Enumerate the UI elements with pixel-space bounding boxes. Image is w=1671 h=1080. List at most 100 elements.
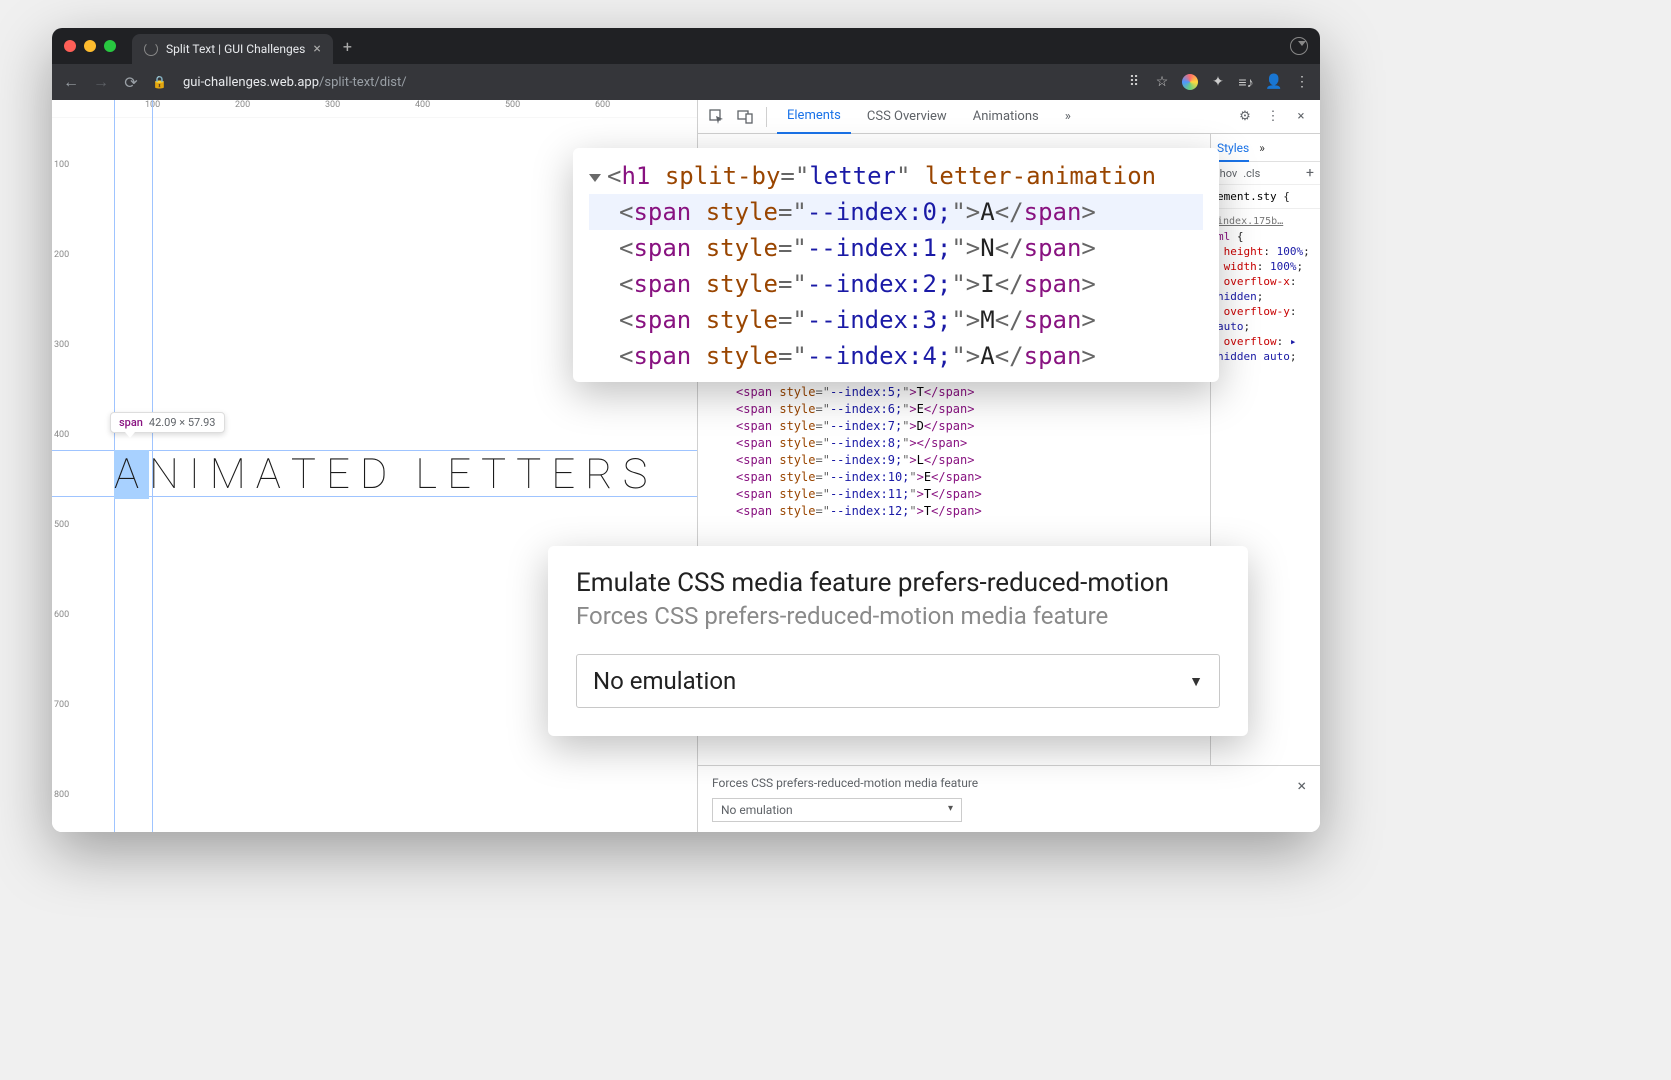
dom-node-span[interactable]: <span style="--index:1;">N</span> bbox=[589, 230, 1203, 266]
dom-node-span[interactable]: <span style="--index:3;">M</span> bbox=[589, 302, 1203, 338]
inspect-element-icon[interactable] bbox=[706, 106, 728, 128]
animated-heading: ANIMATEDLETTERS bbox=[114, 450, 657, 499]
css-rule-block: index.175b… ml { height: 100%; width: 10… bbox=[1211, 208, 1320, 368]
translate-icon[interactable]: ⠿ bbox=[1126, 74, 1142, 90]
titlebar: Split Text | GUI Challenges × + bbox=[52, 28, 1320, 64]
css-declaration[interactable]: height: 100%; bbox=[1217, 244, 1314, 259]
ruler-tick: 200 bbox=[235, 100, 250, 110]
devtools-tabs: Elements CSS Overview Animations » ⚙ ⋮ × bbox=[698, 100, 1320, 134]
heading-letter: L bbox=[415, 450, 447, 499]
tooltip-tag: span bbox=[119, 416, 143, 429]
bookmark-star-icon[interactable]: ☆ bbox=[1154, 74, 1170, 90]
ruler-horizontal: 100 200 300 400 500 600 bbox=[52, 100, 697, 118]
tag: h1 bbox=[621, 162, 650, 190]
heading-letter: D bbox=[360, 450, 397, 499]
heading-letter: M bbox=[210, 450, 256, 499]
heading-letter: S bbox=[623, 450, 658, 499]
ruler-tick: 400 bbox=[415, 100, 430, 110]
dom-node-span[interactable]: <span style="--index:2;">I</span> bbox=[589, 266, 1203, 302]
tab-overflow-icon[interactable] bbox=[1290, 37, 1308, 55]
devtools-close-icon[interactable]: × bbox=[1290, 106, 1312, 128]
tab-elements[interactable]: Elements bbox=[777, 100, 851, 134]
css-declaration[interactable]: overflow-x: hidden; bbox=[1217, 274, 1314, 304]
tabs-overflow[interactable]: » bbox=[1055, 100, 1081, 134]
render-title: Emulate CSS media feature prefers-reduce… bbox=[576, 568, 1220, 598]
extensions-puzzle-icon[interactable]: ✦ bbox=[1210, 74, 1226, 90]
cls-toggle[interactable]: .cls bbox=[1243, 167, 1260, 180]
kebab-menu-icon[interactable]: ⋮ bbox=[1294, 74, 1310, 90]
css-declaration[interactable]: overflow: ▸ hidden auto; bbox=[1217, 334, 1314, 364]
dom-node-h1: <h1 split-by="letter" letter-animation bbox=[589, 158, 1203, 194]
css-declaration[interactable]: overflow-y: auto; bbox=[1217, 304, 1314, 334]
dom-node[interactable]: <span style="--index:6;">E</span> bbox=[698, 401, 1210, 418]
dom-node[interactable]: <span style="--index:7;">D</span> bbox=[698, 418, 1210, 435]
styles-filter-row: :hov .cls + bbox=[1211, 162, 1320, 185]
maximize-window-icon[interactable] bbox=[104, 40, 116, 52]
dom-node[interactable]: <span style="--index:12;">T</span> bbox=[698, 503, 1210, 520]
settings-gear-icon[interactable]: ⚙ bbox=[1234, 106, 1256, 128]
url-path: /split-text/dist/ bbox=[319, 75, 407, 90]
tab-animations[interactable]: Animations bbox=[963, 100, 1049, 134]
dom-node[interactable]: <span style="--index:11;">T</span> bbox=[698, 486, 1210, 503]
styles-tab-label[interactable]: Styles bbox=[1217, 141, 1249, 162]
heading-letter: A bbox=[256, 450, 291, 499]
dom-node[interactable]: <span style="--index:5;">T</span> bbox=[698, 384, 1210, 401]
ruler-tick: 500 bbox=[505, 100, 520, 110]
forward-button[interactable]: → bbox=[92, 72, 110, 92]
css-declaration[interactable]: width: 100%; bbox=[1217, 259, 1314, 274]
ruler-tick: 700 bbox=[54, 700, 69, 710]
heading-letter: E bbox=[447, 450, 481, 499]
ruler-tick: 400 bbox=[54, 430, 69, 440]
render-desc: Forces CSS prefers-reduced-motion media … bbox=[576, 602, 1220, 630]
lock-icon[interactable]: 🔒 bbox=[152, 75, 167, 89]
heading-letter: A bbox=[114, 450, 149, 499]
dom-node[interactable]: <span style="--index:9;">L</span> bbox=[698, 452, 1210, 469]
url-field[interactable]: gui-challenges.web.app/split-text/dist/ bbox=[183, 75, 1114, 90]
extension-gradient-icon[interactable] bbox=[1182, 74, 1198, 90]
new-tab-button[interactable]: + bbox=[343, 37, 352, 56]
element-style-label: ement.sty bbox=[1217, 190, 1277, 203]
attr: letter-animation bbox=[925, 162, 1156, 190]
ruler-tick: 800 bbox=[54, 790, 69, 800]
tooltip-dims: 42.09 × 57.93 bbox=[149, 416, 216, 429]
rendering-drawer: × Forces CSS prefers-reduced-motion medi… bbox=[698, 765, 1320, 832]
dom-node[interactable]: <span style="--index:10;">E</span> bbox=[698, 469, 1210, 486]
heading-letter: E bbox=[326, 450, 360, 499]
val: letter bbox=[809, 162, 896, 190]
ruler-vertical: 100 200 300 400 500 600 700 800 bbox=[52, 100, 76, 832]
close-window-icon[interactable] bbox=[64, 40, 76, 52]
tab-close-icon[interactable]: × bbox=[313, 41, 320, 57]
add-rule-icon[interactable]: + bbox=[1306, 165, 1314, 181]
device-toggle-icon[interactable] bbox=[734, 106, 756, 128]
render-select[interactable]: No emulation ▼ bbox=[576, 654, 1220, 708]
styles-tabs: Styles » bbox=[1211, 134, 1320, 162]
reading-list-icon[interactable]: ≡♪ bbox=[1238, 74, 1254, 90]
zoom-rendering-overlay: Emulate CSS media feature prefers-reduce… bbox=[548, 546, 1248, 736]
heading-letter: R bbox=[585, 450, 622, 499]
dom-node-span[interactable]: <span style="--index:0;">A</span> bbox=[589, 194, 1203, 230]
emulation-select[interactable]: No emulation bbox=[712, 798, 962, 822]
expand-caret-icon[interactable] bbox=[589, 174, 601, 182]
ruler-tick: 200 bbox=[54, 250, 69, 260]
dom-node[interactable]: <span style="--index:8;"></span> bbox=[698, 435, 1210, 452]
back-button[interactable]: ← bbox=[62, 72, 80, 92]
heading-letter: T bbox=[481, 450, 516, 499]
devtools-kebab-icon[interactable]: ⋮ bbox=[1262, 106, 1284, 128]
hover-toggle[interactable]: :hov bbox=[1217, 167, 1237, 180]
tab-css-overview[interactable]: CSS Overview bbox=[857, 100, 957, 134]
dom-node-span[interactable]: <span style="--index:4;">A</span> bbox=[589, 338, 1203, 374]
profile-avatar-icon[interactable]: 👤 bbox=[1266, 74, 1282, 90]
divider bbox=[766, 107, 767, 127]
drawer-desc: Forces CSS prefers-reduced-motion media … bbox=[712, 776, 1306, 790]
url-host: gui-challenges.web.app bbox=[183, 75, 319, 90]
dropdown-arrow-icon: ▼ bbox=[1189, 673, 1203, 690]
styles-tabs-overflow[interactable]: » bbox=[1259, 141, 1265, 155]
reload-button[interactable]: ⟳ bbox=[122, 73, 140, 92]
browser-tab[interactable]: Split Text | GUI Challenges × bbox=[132, 34, 333, 64]
tab-title: Split Text | GUI Challenges bbox=[166, 42, 305, 56]
toolbar-icons: ⠿ ☆ ✦ ≡♪ 👤 ⋮ bbox=[1126, 74, 1310, 90]
css-source-link[interactable]: index.175b… bbox=[1217, 216, 1283, 227]
minimize-window-icon[interactable] bbox=[84, 40, 96, 52]
heading-letter: N bbox=[149, 450, 189, 499]
drawer-close-icon[interactable]: × bbox=[1297, 776, 1306, 795]
